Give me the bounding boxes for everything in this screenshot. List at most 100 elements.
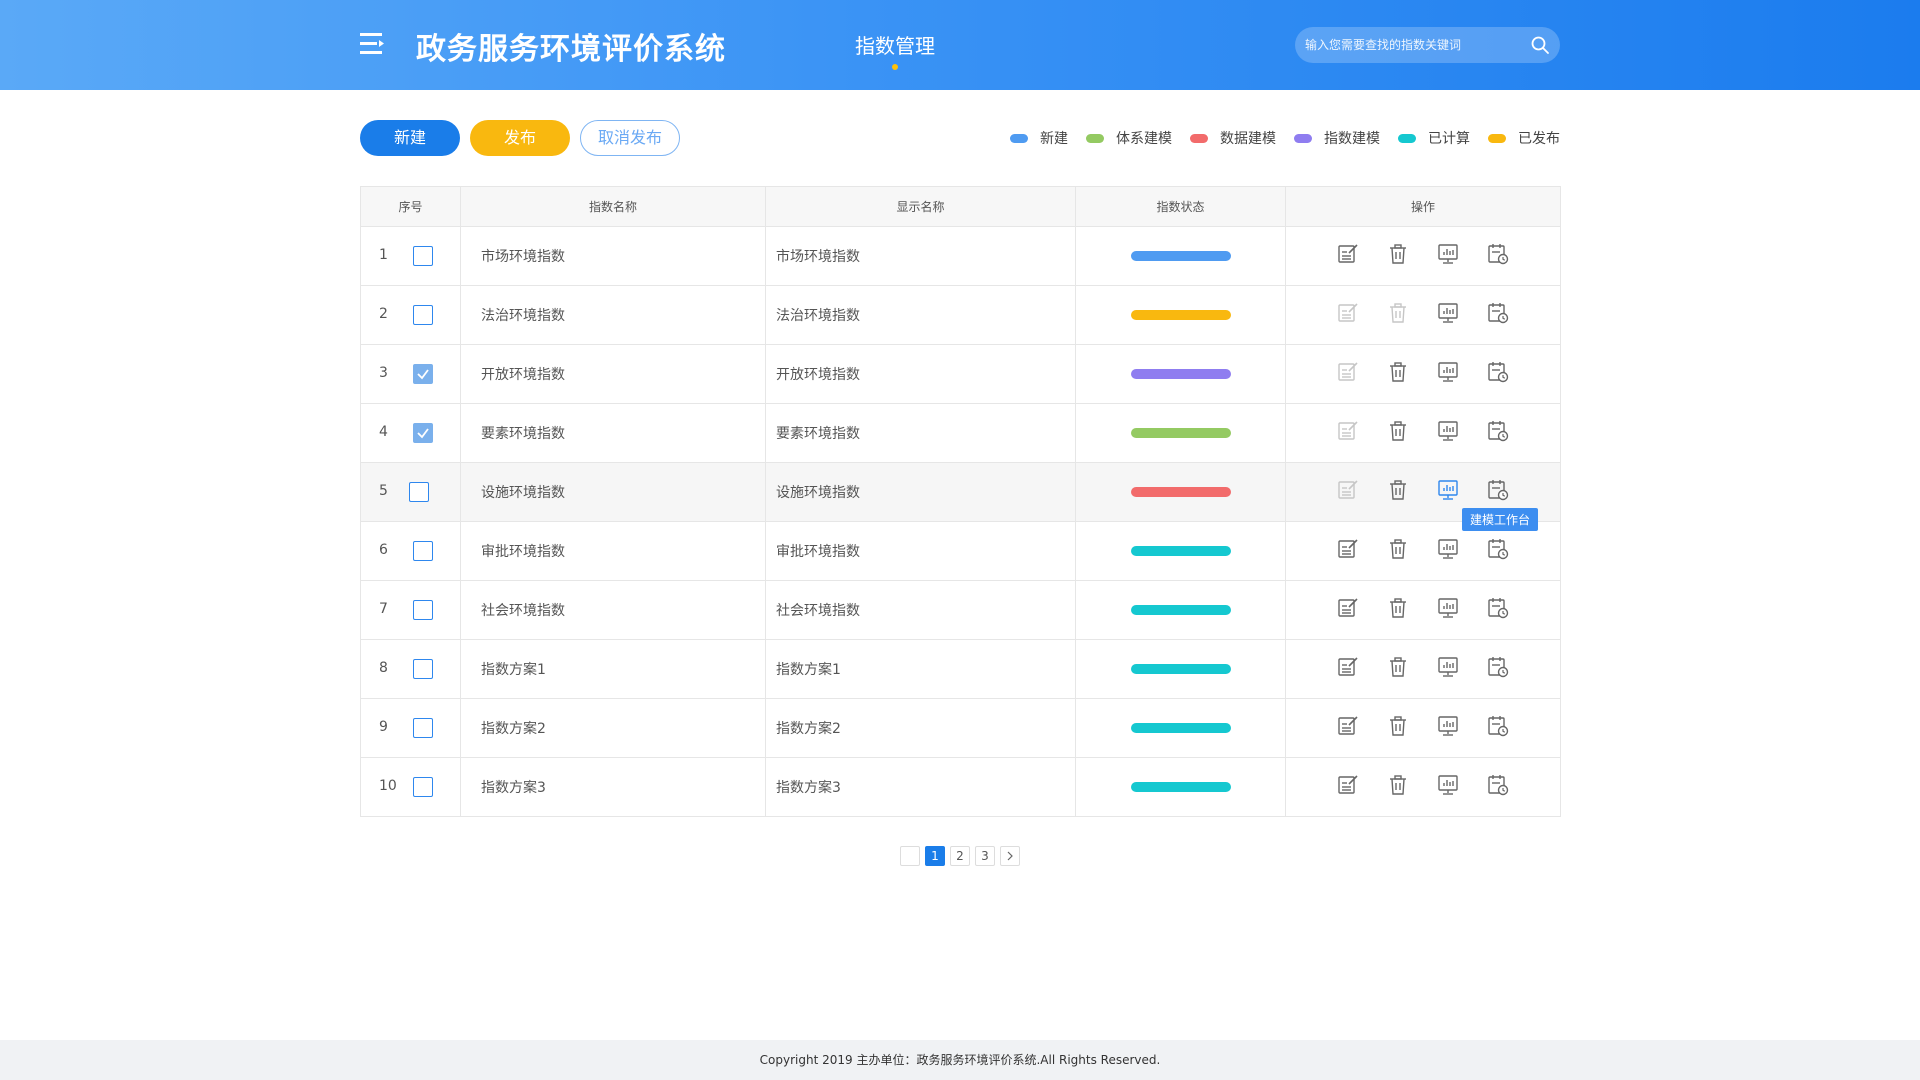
status-bar: [1130, 664, 1231, 674]
header-display-name: 显示名称: [765, 186, 1076, 227]
delete-icon[interactable]: [1386, 478, 1410, 502]
edit-icon[interactable]: [1336, 478, 1360, 502]
table-row: 3 开放环境指数 开放环境指数: [360, 344, 1561, 404]
copyright-text: Copyright 2019 主办单位：政务服务环境评价系统.All Right…: [759, 1053, 1161, 1067]
display-name-cell: 指数方案3: [765, 757, 1076, 817]
modeling-workbench-icon[interactable]: [1436, 242, 1460, 266]
edit-icon[interactable]: [1336, 360, 1360, 384]
row-index: 7: [379, 601, 388, 617]
legend-item-calculated: 已计算: [1398, 128, 1470, 148]
page-button-1[interactable]: 1: [925, 846, 945, 866]
status-bar: [1130, 310, 1231, 320]
delete-icon[interactable]: [1386, 714, 1410, 738]
legend-item-new: 新建: [1010, 128, 1068, 148]
top-header: 政务服务环境评价系统 指数管理: [0, 0, 1920, 90]
index-name-cell: 设施环境指数: [460, 462, 766, 522]
row-checkbox[interactable]: [413, 423, 433, 443]
schedule-icon[interactable]: [1486, 655, 1510, 679]
index-name-cell: 要素环境指数: [460, 403, 766, 463]
search-icon[interactable]: [1530, 35, 1550, 55]
search-input[interactable]: [1305, 27, 1525, 63]
index-status-cell: [1075, 698, 1286, 758]
modeling-workbench-icon[interactable]: [1436, 360, 1460, 384]
row-checkbox[interactable]: [413, 718, 433, 738]
delete-icon[interactable]: [1386, 773, 1410, 797]
row-checkbox[interactable]: [413, 600, 433, 620]
schedule-icon[interactable]: [1486, 360, 1510, 384]
modeling-workbench-icon[interactable]: [1436, 419, 1460, 443]
display-name-cell: 审批环境指数: [765, 521, 1076, 581]
nav-tab-index-management[interactable]: 指数管理: [855, 30, 935, 59]
row-index-cell: 10: [360, 757, 461, 817]
index-status-cell: [1075, 285, 1286, 345]
status-bar: [1130, 487, 1231, 497]
modeling-workbench-icon[interactable]: [1436, 478, 1460, 502]
index-name-cell: 开放环境指数: [460, 344, 766, 404]
schedule-icon[interactable]: [1486, 773, 1510, 797]
delete-icon[interactable]: [1386, 242, 1410, 266]
row-checkbox[interactable]: [413, 659, 433, 679]
header-index-name: 指数名称: [460, 186, 766, 227]
row-checkbox[interactable]: [413, 246, 433, 266]
edit-icon[interactable]: [1336, 301, 1360, 325]
modeling-workbench-icon[interactable]: [1436, 596, 1460, 620]
modeling-workbench-icon[interactable]: [1436, 714, 1460, 738]
row-checkbox[interactable]: [413, 305, 433, 325]
next-page-button[interactable]: [1000, 846, 1020, 866]
delete-icon[interactable]: [1386, 655, 1410, 679]
prev-page-button[interactable]: [900, 846, 920, 866]
header-index: 序号: [360, 186, 461, 227]
publish-button[interactable]: 发布: [470, 120, 570, 156]
cancel-publish-button[interactable]: 取消发布: [580, 120, 680, 156]
legend-label: 已计算: [1428, 131, 1470, 147]
operations-cell: [1285, 757, 1561, 817]
modeling-workbench-icon[interactable]: [1436, 537, 1460, 561]
row-checkbox[interactable]: [413, 364, 433, 384]
modeling-workbench-icon[interactable]: [1436, 301, 1460, 325]
edit-icon[interactable]: [1336, 773, 1360, 797]
schedule-icon[interactable]: [1486, 242, 1510, 266]
delete-icon[interactable]: [1386, 301, 1410, 325]
delete-icon[interactable]: [1386, 537, 1410, 561]
edit-icon[interactable]: [1336, 419, 1360, 443]
legend-swatch: [1488, 133, 1506, 143]
active-tab-indicator: [892, 64, 898, 70]
table-header-row: 序号 指数名称 显示名称 指数状态 操作: [360, 186, 1561, 227]
delete-icon[interactable]: [1386, 360, 1410, 384]
new-button[interactable]: 新建: [360, 120, 460, 156]
schedule-icon[interactable]: [1486, 419, 1510, 443]
row-index-cell: 4: [360, 403, 461, 463]
delete-icon[interactable]: [1386, 596, 1410, 620]
edit-icon[interactable]: [1336, 537, 1360, 561]
status-bar: [1130, 369, 1231, 379]
operations-cell: [1285, 639, 1561, 699]
system-title: 政务服务环境评价系统: [416, 32, 726, 67]
delete-icon[interactable]: [1386, 419, 1410, 443]
row-checkbox[interactable]: [409, 482, 429, 502]
schedule-icon[interactable]: [1486, 714, 1510, 738]
modeling-workbench-icon[interactable]: [1436, 655, 1460, 679]
modeling-workbench-icon[interactable]: [1436, 773, 1460, 797]
edit-icon[interactable]: [1336, 714, 1360, 738]
index-table-wrapper: 序号 指数名称 显示名称 指数状态 操作 1 市场环境指数 市场环境指数 2 法…: [360, 186, 1561, 817]
index-status-cell: [1075, 344, 1286, 404]
menu-icon[interactable]: [358, 31, 386, 57]
schedule-icon[interactable]: [1486, 301, 1510, 325]
row-index: 9: [379, 719, 388, 735]
row-checkbox[interactable]: [413, 541, 433, 561]
schedule-icon[interactable]: [1486, 596, 1510, 620]
table-row: 6 审批环境指数 审批环境指数: [360, 521, 1561, 581]
page-button-3[interactable]: 3: [975, 846, 995, 866]
edit-icon[interactable]: [1336, 242, 1360, 266]
schedule-icon[interactable]: [1486, 478, 1510, 502]
page-button-2[interactable]: 2: [950, 846, 970, 866]
table-row: 7 社会环境指数 社会环境指数: [360, 580, 1561, 640]
row-index-cell: 2: [360, 285, 461, 345]
status-bar: [1130, 546, 1231, 556]
edit-icon[interactable]: [1336, 655, 1360, 679]
display-name-cell: 设施环境指数: [765, 462, 1076, 522]
row-checkbox[interactable]: [413, 777, 433, 797]
edit-icon[interactable]: [1336, 596, 1360, 620]
row-index-cell: 3: [360, 344, 461, 404]
schedule-icon[interactable]: [1486, 537, 1510, 561]
